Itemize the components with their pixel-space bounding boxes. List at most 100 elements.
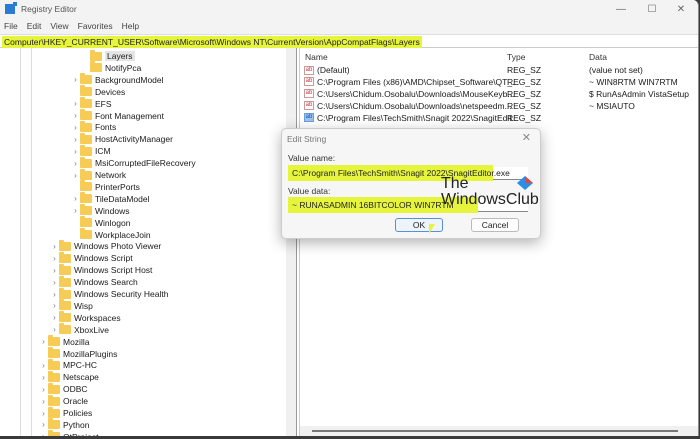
chevron-right-icon[interactable]: › [40,432,47,436]
menu-favorites[interactable]: Favorites [78,21,113,31]
tree-item[interactable]: › MsiCorruptedFileRecovery [72,156,196,169]
chevron-right-icon[interactable]: › [72,123,79,132]
tree-item[interactable]: Devices [72,85,125,98]
value-row[interactable]: ab C:\Users\Chidum.Osobalu\Downloads\Mous… [304,88,698,100]
tree-item[interactable]: › BackgroundModel [72,73,164,86]
string-value-icon: ab [304,65,314,75]
value-row[interactable]: ab (Default) REG_SZ (value not set) [304,64,698,76]
folder-icon [59,299,71,311]
column-header-type[interactable]: Type [507,52,525,62]
values-horizontal-scrollbar[interactable] [300,426,698,436]
tree-item[interactable]: Winlogon [72,216,130,229]
tree-item[interactable]: › Fonts [72,120,117,133]
tree-item[interactable]: › Windows Script [51,251,133,264]
value-row[interactable]: ab C:\Program Files (x86)\AMD\Chipset_Sof… [304,76,698,88]
tree-item[interactable]: PrinterPorts [72,180,140,193]
tree-item[interactable]: › Windows [72,204,129,217]
tree-item[interactable]: › Mozilla [40,335,89,348]
tree-item[interactable]: WorkplaceJoin [72,228,151,241]
address-path[interactable]: Computer\HKEY_CURRENT_USER\Software\Micr… [2,36,422,48]
menu-help[interactable]: Help [122,21,139,31]
mouse-cursor-icon [429,224,435,234]
chevron-right-icon[interactable]: › [40,420,47,429]
value-data-label: Value data: [288,186,331,196]
tree-item[interactable]: NotifyPca [82,61,141,74]
chevron-right-icon[interactable]: › [51,301,58,310]
folder-icon [59,239,71,251]
chevron-right-icon[interactable]: › [72,206,79,215]
tree-item[interactable]: › HostActivityManager [72,132,173,145]
watermark-line2: WindowsClub [441,191,539,208]
chevron-right-icon[interactable]: › [72,147,79,156]
chevron-right-icon[interactable]: › [51,290,58,299]
chevron-right-icon[interactable]: › [51,242,58,251]
tree-item[interactable]: › QtProject [40,430,98,436]
tree-item[interactable]: › TileDataModel [72,192,150,205]
folder-icon [48,418,60,430]
tree-item[interactable]: Layers [82,49,135,62]
tree-item-label: Netscape [63,372,99,383]
column-header-name[interactable]: Name [305,52,328,62]
folder-icon [80,144,92,156]
chevron-right-icon[interactable]: › [40,361,47,370]
tree-item[interactable]: › Netscape [40,370,99,383]
chevron-right-icon[interactable]: › [72,99,79,108]
chevron-right-icon[interactable]: › [51,278,58,287]
menu-edit[interactable]: Edit [27,21,42,31]
chevron-right-icon[interactable]: › [72,194,79,203]
chevron-right-icon[interactable]: › [72,111,79,120]
folder-icon [80,228,92,239]
value-row[interactable]: ab C:\Program Files\TechSmith\Snagit 2022… [304,112,698,124]
tree-item[interactable]: › XboxLive [51,323,109,336]
chevron-right-icon[interactable]: › [72,75,79,84]
tree-item[interactable]: › ICM [72,144,111,157]
tree-item[interactable]: › Windows Security Health [51,287,168,300]
tree-item[interactable]: › Windows Script Host [51,263,153,276]
tree-item[interactable]: › Windows Photo Viewer [51,239,161,252]
dialog-close-button[interactable]: ✕ [522,131,531,144]
chevron-right-icon[interactable]: › [40,385,47,394]
chevron-right-icon[interactable]: › [51,325,58,334]
chevron-right-icon[interactable]: › [72,159,79,168]
close-button[interactable]: ✕ [666,0,696,18]
tree-item[interactable]: › Python [40,418,89,431]
chevron-right-icon[interactable]: › [51,254,58,263]
folder-icon [59,311,71,323]
cancel-button[interactable]: Cancel [471,218,519,232]
tree-item-label: Windows Script Host [74,265,153,276]
tree-item[interactable]: › EFS [72,97,112,110]
chevron-right-icon[interactable]: › [72,171,79,180]
menu-view[interactable]: View [50,21,68,31]
scrollbar-thumb[interactable] [312,430,678,432]
tree-item[interactable]: › Policies [40,406,92,419]
value-row[interactable]: ab C:\Users\Chidum.Osobalu\Downloads\nets… [304,100,698,112]
address-bar[interactable]: Computer\HKEY_CURRENT_USER\Software\Micr… [0,34,698,48]
folder-icon [48,430,60,436]
folder-icon [90,49,102,61]
tree-item[interactable]: › Wisp [51,299,93,312]
chevron-right-icon[interactable]: › [51,313,58,322]
tree-item[interactable]: › Network [72,168,126,181]
tree-item[interactable]: › ODBC [40,382,88,395]
minimize-button[interactable]: — [606,0,636,18]
chevron-right-icon[interactable]: › [40,409,47,418]
tree-item[interactable]: › Oracle [40,394,88,407]
tree-item-label: XboxLive [74,324,109,335]
menu-file[interactable]: File [4,21,18,31]
tree-item-label: Fonts [95,122,117,133]
ok-button[interactable]: OK [395,218,443,232]
chevron-right-icon[interactable]: › [40,337,47,346]
chevron-right-icon[interactable]: › [40,373,47,382]
tree-item[interactable]: MozillaPlugins [40,347,117,360]
maximize-button[interactable]: ☐ [637,0,667,18]
chevron-right-icon[interactable]: › [40,397,47,406]
column-header-data[interactable]: Data [589,52,607,62]
registry-editor-icon [5,2,17,14]
tree-item[interactable]: › Windows Search [51,275,138,288]
chevron-right-icon[interactable]: › [51,266,58,275]
tree-item[interactable]: › MPC-HC [40,358,97,371]
tree-item[interactable]: › Workspaces [51,311,121,324]
tree-item[interactable]: › Font Management [72,109,164,122]
tree-vertical-scrollbar[interactable] [286,48,296,436]
chevron-right-icon[interactable]: › [72,135,79,144]
